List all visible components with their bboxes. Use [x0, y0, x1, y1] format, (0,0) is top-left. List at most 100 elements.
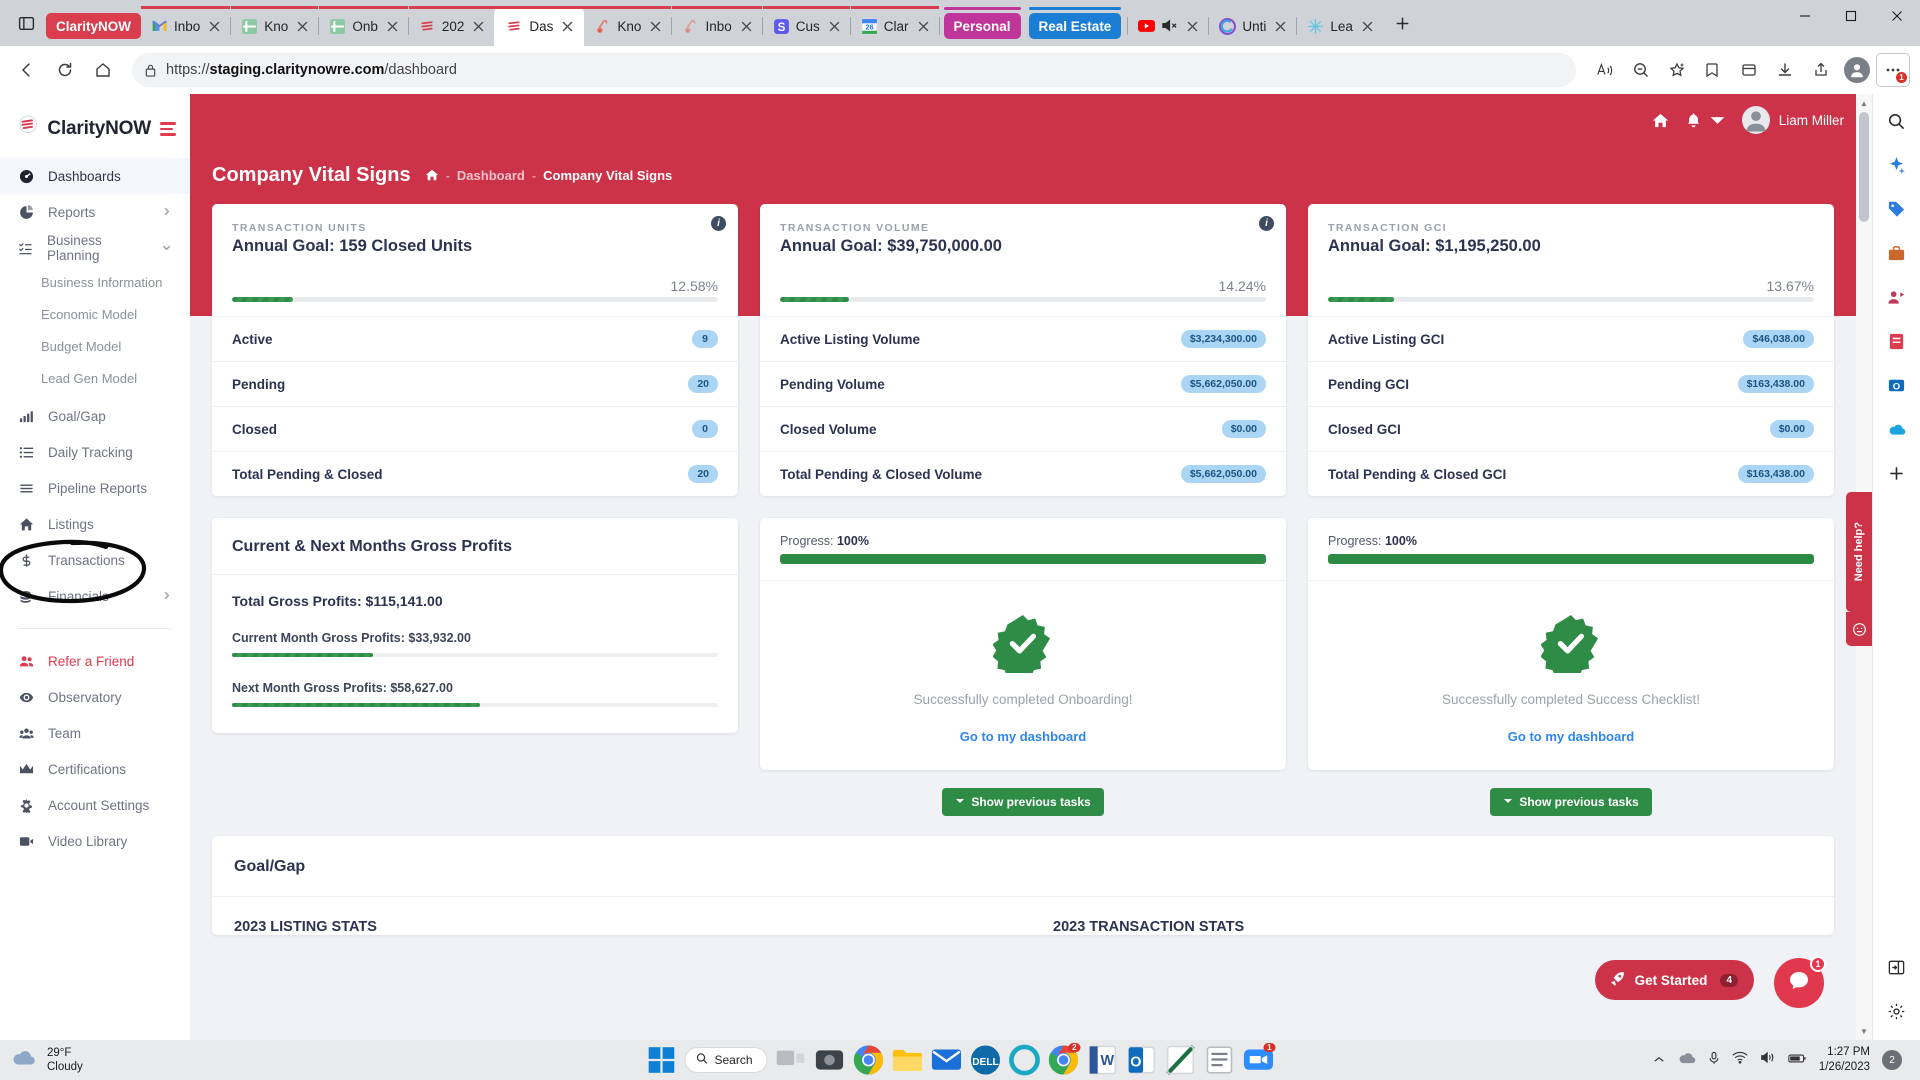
- info-icon[interactable]: i: [1259, 216, 1274, 231]
- get-started-button[interactable]: Get Started 4: [1594, 960, 1754, 1000]
- tab-search-button[interactable]: [6, 3, 46, 43]
- need-help-tab[interactable]: Need help?: [1846, 492, 1872, 612]
- tab-inbox-2[interactable]: Inbo: [672, 6, 762, 46]
- weather-widget[interactable]: 29°F Cloudy: [10, 1046, 210, 1075]
- search-icon[interactable]: [1884, 108, 1910, 134]
- mail-icon[interactable]: [931, 1044, 963, 1076]
- read-aloud-icon[interactable]: [1588, 53, 1622, 87]
- sidebar-item-observatory[interactable]: Observatory: [0, 679, 190, 715]
- close-icon[interactable]: [647, 18, 664, 35]
- sidebar-item-listings[interactable]: Listings: [0, 506, 190, 542]
- tab-gmail[interactable]: Inbo: [141, 6, 231, 46]
- tab-kno-1[interactable]: Kno: [231, 6, 319, 46]
- scrollbar-thumb[interactable]: [1859, 112, 1869, 222]
- profile-icon[interactable]: [1840, 53, 1874, 87]
- new-tab-button[interactable]: [1383, 3, 1423, 43]
- collections-icon[interactable]: [1732, 53, 1766, 87]
- clock[interactable]: 1:27 PM 1/26/2023: [1819, 1045, 1870, 1075]
- chat-button[interactable]: 1: [1774, 956, 1826, 1008]
- go-to-dashboard-link[interactable]: Go to my dashboard: [1308, 729, 1834, 744]
- sidebar-collapse-icon[interactable]: [160, 119, 176, 138]
- sidebar-item-financials[interactable]: Financials: [0, 578, 190, 614]
- close-icon[interactable]: [1272, 18, 1289, 35]
- favorites-icon[interactable]: [1696, 53, 1730, 87]
- go-to-dashboard-link[interactable]: Go to my dashboard: [760, 729, 1286, 744]
- close-icon[interactable]: [206, 18, 223, 35]
- split-screen-icon[interactable]: [1884, 954, 1910, 980]
- close-icon[interactable]: [1184, 18, 1201, 35]
- maximize-icon[interactable]: [1828, 0, 1874, 32]
- tab-dashboard[interactable]: Das: [494, 6, 585, 46]
- address-bar[interactable]: https://staging.claritynowre.com/dashboa…: [132, 53, 1576, 87]
- webcam-icon[interactable]: [814, 1044, 846, 1076]
- sidebar-item-economic-model[interactable]: Economic Model: [0, 298, 190, 330]
- dell-icon[interactable]: DELL: [970, 1044, 1002, 1076]
- word-icon[interactable]: W: [1087, 1044, 1119, 1076]
- tab-kno-2[interactable]: Kno: [584, 6, 672, 46]
- ring-icon[interactable]: [1009, 1044, 1041, 1076]
- add-icon[interactable]: [1884, 460, 1910, 486]
- close-icon[interactable]: [738, 18, 755, 35]
- battery-icon[interactable]: [1788, 1051, 1807, 1069]
- zoom-icon[interactable]: 1: [1243, 1043, 1276, 1076]
- task-view-icon[interactable]: [775, 1044, 807, 1076]
- outlook-icon[interactable]: O: [1884, 372, 1910, 398]
- sidebar-item-account-settings[interactable]: Account Settings: [0, 787, 190, 823]
- tab-clar[interactable]: 26 Clar: [850, 6, 939, 46]
- onedrive-icon[interactable]: [1884, 416, 1910, 442]
- tab-group-realestate[interactable]: Real Estate: [1028, 7, 1122, 39]
- close-icon[interactable]: [1874, 0, 1920, 32]
- settings-more-icon[interactable]: 1: [1876, 53, 1910, 87]
- scroll-down-arrow[interactable]: ▼: [1856, 1022, 1872, 1040]
- sidebar-item-goal-gap[interactable]: Goal/Gap: [0, 398, 190, 434]
- sidebar-item-team[interactable]: Team: [0, 715, 190, 751]
- chevron-up-icon[interactable]: [1653, 1051, 1665, 1069]
- tab-group-claritynow[interactable]: ClarityNOW: [46, 13, 142, 39]
- excel-icon[interactable]: [1165, 1044, 1197, 1076]
- tab-2023[interactable]: 202: [408, 6, 495, 46]
- downloads-icon[interactable]: [1768, 53, 1802, 87]
- collections-add-icon[interactable]: [1660, 53, 1694, 87]
- scroll-up-arrow[interactable]: ▲: [1856, 94, 1872, 112]
- show-previous-tasks-button[interactable]: Show previous tasks: [942, 788, 1104, 816]
- sidebar-item-business-planning[interactable]: Business Planning: [0, 230, 190, 266]
- todo-icon[interactable]: [1884, 328, 1910, 354]
- chrome-icon[interactable]: [853, 1044, 885, 1076]
- close-icon[interactable]: [470, 18, 487, 35]
- sidebar-item-refer-a-friend[interactable]: Refer a Friend: [0, 643, 190, 679]
- home-icon[interactable]: [1652, 112, 1669, 129]
- info-icon[interactable]: i: [711, 216, 726, 231]
- close-icon[interactable]: [384, 18, 401, 35]
- chrome-apps-icon[interactable]: 2: [1048, 1043, 1081, 1076]
- refresh-icon[interactable]: [48, 53, 82, 87]
- outlook-icon[interactable]: O: [1126, 1044, 1158, 1076]
- notes-icon[interactable]: [1204, 1044, 1236, 1076]
- zoom-out-icon[interactable]: [1624, 53, 1658, 87]
- notification-badge[interactable]: 2: [1882, 1050, 1902, 1070]
- tab-lea[interactable]: Lea: [1297, 6, 1383, 46]
- briefcase-icon[interactable]: [1884, 240, 1910, 266]
- file-explorer-icon[interactable]: [892, 1044, 924, 1076]
- copilot-sparkle-icon[interactable]: [1884, 152, 1910, 178]
- close-icon[interactable]: [1359, 18, 1376, 35]
- close-icon[interactable]: [559, 18, 576, 35]
- close-icon[interactable]: [294, 18, 311, 35]
- contacts-icon[interactable]: [1884, 284, 1910, 310]
- search-input[interactable]: Search: [684, 1047, 768, 1073]
- user-chip[interactable]: Liam Miller: [1741, 106, 1844, 134]
- tab-unti[interactable]: Unti: [1209, 6, 1296, 46]
- sidebar-item-dashboards[interactable]: Dashboards: [0, 158, 190, 194]
- breadcrumb-dashboard[interactable]: Dashboard: [457, 168, 525, 183]
- start-icon[interactable]: [645, 1044, 677, 1076]
- close-icon[interactable]: [826, 18, 843, 35]
- show-previous-tasks-button[interactable]: Show previous tasks: [1490, 788, 1652, 816]
- bell-icon[interactable]: [1685, 112, 1726, 129]
- sidebar-item-pipeline-reports[interactable]: Pipeline Reports: [0, 470, 190, 506]
- gear-icon[interactable]: [1884, 998, 1910, 1024]
- sidebar-item-transactions[interactable]: Transactions: [0, 542, 190, 578]
- share-icon[interactable]: [1804, 53, 1838, 87]
- volume-icon[interactable]: [1760, 1051, 1776, 1069]
- sidebar-item-business-information[interactable]: Business Information: [0, 266, 190, 298]
- help-face-icon[interactable]: [1846, 612, 1872, 646]
- mic-icon[interactable]: [1708, 1051, 1720, 1070]
